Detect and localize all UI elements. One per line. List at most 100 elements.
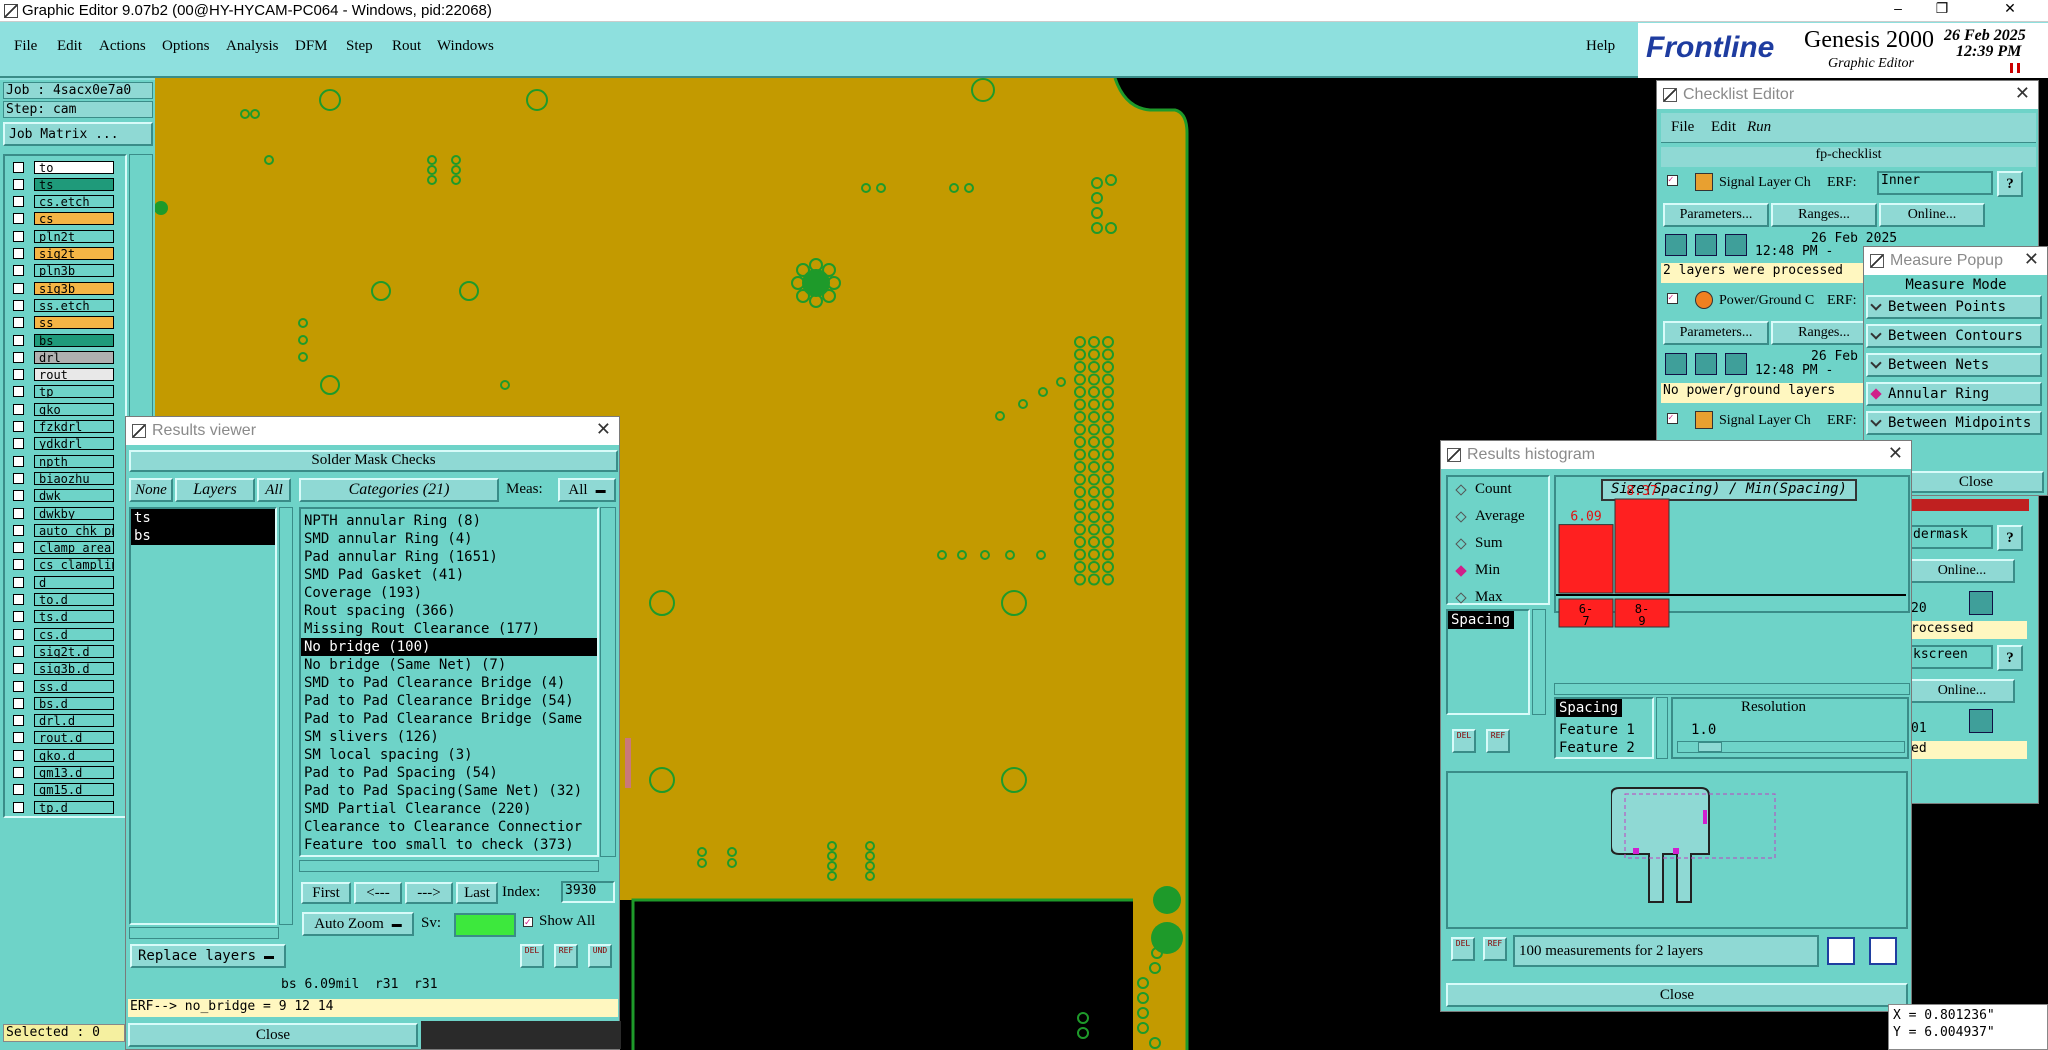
layer-checkbox[interactable] <box>13 749 24 761</box>
zoom-icon[interactable] <box>1969 709 1993 733</box>
row4-erf-value[interactable]: dermask <box>1909 525 1993 549</box>
layer-checkbox[interactable] <box>13 178 24 190</box>
layer-list-vscroll[interactable] <box>279 507 293 925</box>
row1-erf-value[interactable]: Inner <box>1877 171 1993 195</box>
pause-icon[interactable] <box>2010 63 2020 73</box>
layer-checkbox[interactable] <box>13 230 24 242</box>
layer-row[interactable]: gko.d <box>13 748 114 762</box>
layer-row[interactable]: auto_chk_pn <box>13 523 114 537</box>
meas-select[interactable]: All ▬ <box>558 478 616 502</box>
menu-dfm[interactable]: DFM <box>295 38 328 55</box>
layer-row[interactable]: pln3b <box>13 264 114 278</box>
layer-row[interactable]: ts.d <box>13 610 114 624</box>
restore-icon[interactable]: ❐ <box>1922 0 1962 20</box>
feature-spacing[interactable]: Spacing <box>1556 699 1623 717</box>
layer-checkbox[interactable] <box>13 421 24 432</box>
category-item[interactable]: Pad annular Ring (1651) <box>301 548 597 566</box>
row2-checkbox[interactable]: ✓ <box>1667 293 1678 304</box>
layer-row[interactable]: ts <box>13 177 114 191</box>
layer-row[interactable]: gko <box>13 402 114 416</box>
layer-row[interactable]: cs.d <box>13 627 114 641</box>
layer-checkbox[interactable] <box>13 801 24 813</box>
layer-checkbox[interactable] <box>13 697 24 709</box>
run-all-icon[interactable] <box>1725 353 1747 375</box>
close-icon[interactable]: ✕ <box>2024 249 2039 270</box>
sv-color-select[interactable] <box>454 913 516 937</box>
layer-checkbox[interactable] <box>13 767 24 778</box>
row3-checkbox[interactable]: ✓ <box>1667 413 1678 424</box>
run-all-icon[interactable] <box>1725 234 1747 256</box>
layer-checkbox[interactable] <box>13 732 24 744</box>
row4-online-button[interactable]: Online... <box>1909 559 2015 583</box>
layer-checkbox[interactable] <box>13 559 24 571</box>
menu-file[interactable]: File <box>14 38 37 55</box>
layer-row[interactable]: dwkby <box>13 506 114 520</box>
menu-rout[interactable]: Rout <box>392 38 421 55</box>
layer-checkbox[interactable] <box>13 161 24 173</box>
mode-between-midpoints[interactable]: Between Midpoints <box>1866 411 2042 435</box>
results-layer-bs[interactable]: bs <box>131 527 275 545</box>
results-viewer-close-button[interactable]: Close <box>128 1023 418 1047</box>
layer-row[interactable]: to <box>13 160 114 174</box>
layer-row[interactable]: clamp_area <box>13 541 114 555</box>
export-icon[interactable] <box>1869 937 1897 965</box>
del-icon[interactable]: DEL <box>1451 937 1475 961</box>
categories-button[interactable]: Categories (21) <box>299 478 499 502</box>
checklist-menu-file[interactable]: File <box>1671 119 1694 136</box>
layers-button[interactable]: Layers <box>175 478 255 502</box>
close-icon[interactable]: ✕ <box>596 419 611 440</box>
layer-row[interactable]: rout.d <box>13 731 114 745</box>
layer-row[interactable]: ss.etch <box>13 298 114 312</box>
results-layer-list[interactable]: ts bs <box>129 507 277 925</box>
feature-list-scrollbar[interactable] <box>1656 697 1668 759</box>
row1-online-button[interactable]: Online... <box>1879 203 1985 227</box>
mode-between-nets[interactable]: Between Nets <box>1866 353 2042 377</box>
menu-actions[interactable]: Actions <box>99 38 146 55</box>
layer-checkbox[interactable] <box>13 334 24 346</box>
layer-checkbox[interactable] <box>13 628 24 640</box>
histogram-close-button[interactable]: Close <box>1446 983 1908 1007</box>
category-item[interactable]: SMD to Pad Clearance Bridge (4) <box>301 674 597 692</box>
layer-checkbox[interactable] <box>13 213 24 225</box>
layer-checkbox[interactable] <box>13 472 24 484</box>
menu-windows[interactable]: Windows <box>437 38 494 55</box>
layer-checkbox[interactable] <box>13 784 24 796</box>
chart-hscroll[interactable] <box>1554 683 1910 695</box>
layer-row[interactable]: gm15.d <box>13 783 114 797</box>
measure-close-button[interactable]: Close <box>1908 471 2044 493</box>
checklist-menu-edit[interactable]: Edit <box>1711 119 1736 136</box>
row1-ranges-button[interactable]: Ranges... <box>1771 203 1877 227</box>
option-min[interactable]: Min <box>1455 562 1500 579</box>
layer-row[interactable]: tp <box>13 385 114 399</box>
layer-checkbox[interactable] <box>13 645 24 657</box>
layer-checkbox[interactable] <box>13 317 24 329</box>
layer-row[interactable]: tp.d <box>13 800 114 814</box>
category-item[interactable]: No bridge (100) <box>301 638 597 656</box>
category-item[interactable]: Pad to Pad Clearance Bridge (54) <box>301 692 597 710</box>
next-button[interactable]: ---> <box>405 882 453 904</box>
help-icon[interactable]: ? <box>1997 525 2023 551</box>
auto-zoom-select[interactable]: Auto Zoom ▬ <box>302 912 414 936</box>
category-item[interactable]: SMD annular Ring (4) <box>301 530 597 548</box>
layer-checkbox[interactable] <box>13 403 24 415</box>
last-button[interactable]: Last <box>456 882 498 904</box>
layer-list-hscroll[interactable] <box>129 927 279 939</box>
zoom-icon[interactable] <box>1969 591 1993 615</box>
layer-row[interactable]: sig2t.d <box>13 644 114 658</box>
layer-row[interactable]: sig3b <box>13 281 114 295</box>
feature-list[interactable]: Spacing Feature 1 Feature 2 <box>1554 697 1654 759</box>
results-layer-ts[interactable]: ts <box>131 509 275 527</box>
layer-checkbox[interactable] <box>13 542 24 554</box>
mode-between-contours[interactable]: Between Contours <box>1866 324 2042 348</box>
layer-row[interactable]: drl <box>13 350 114 364</box>
layer-checkbox[interactable] <box>13 594 24 605</box>
layer-row[interactable]: ydkdrl <box>13 437 114 451</box>
layers-none-button[interactable]: None <box>129 478 173 502</box>
checklist-menu-run[interactable]: Run <box>1747 119 1771 136</box>
categories-list[interactable]: NPTH annular Ring (8) SMD annular Ring (4… <box>299 507 599 857</box>
layer-checkbox[interactable] <box>13 351 24 363</box>
layer-row[interactable]: ss.d <box>13 679 114 693</box>
run-selected-icon[interactable] <box>1695 353 1717 375</box>
layer-row[interactable]: sig3b.d <box>13 662 114 676</box>
layer-row[interactable]: drl.d <box>13 714 114 728</box>
